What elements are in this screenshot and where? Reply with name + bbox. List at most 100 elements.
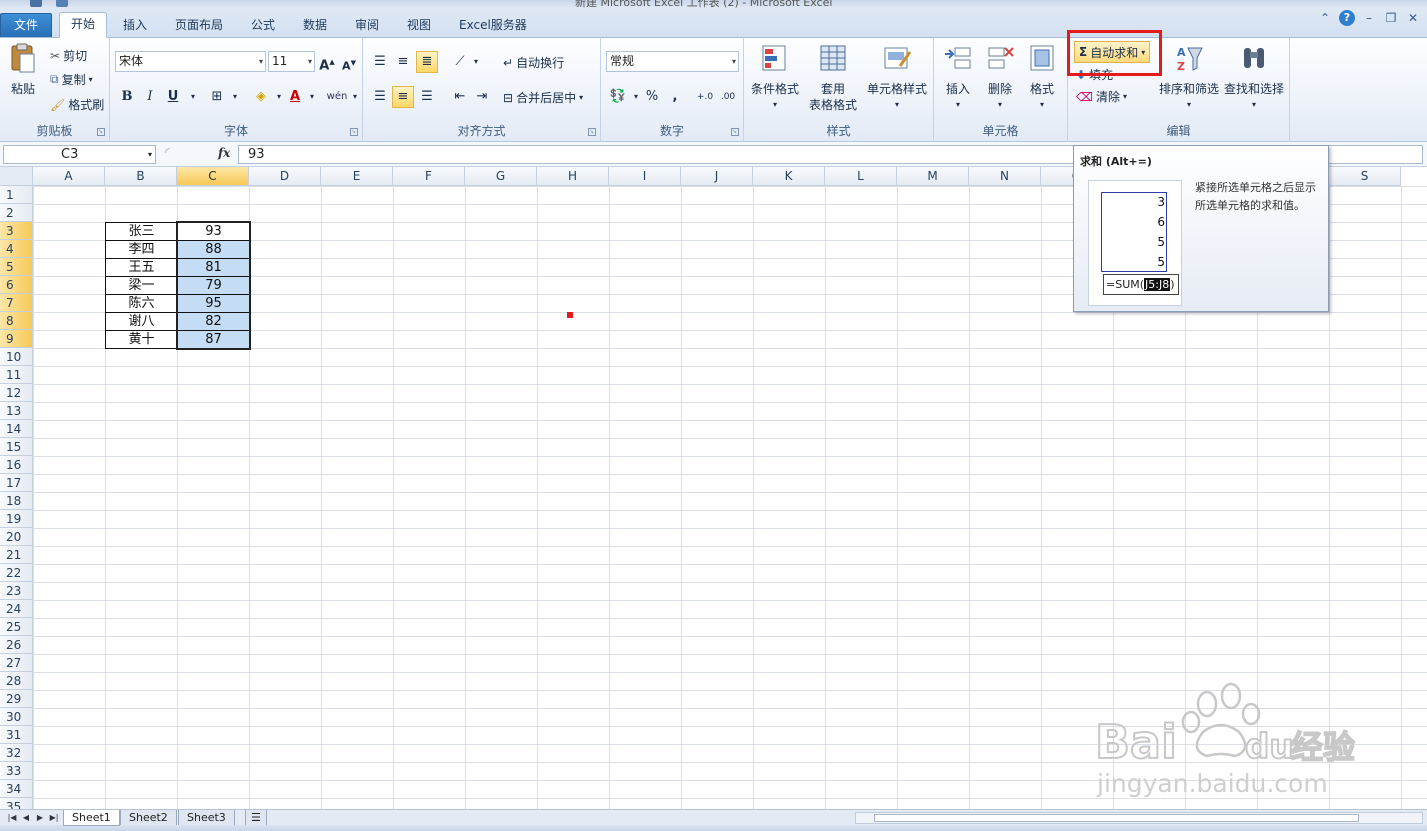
column-header[interactable]: G xyxy=(465,167,537,186)
number-launcher-icon[interactable]: ↘ xyxy=(731,128,739,136)
format-cells-button[interactable]: 格式 ▾ xyxy=(1022,42,1062,113)
select-all-corner[interactable] xyxy=(0,167,33,186)
row-header[interactable]: 24 xyxy=(0,600,33,618)
autosum-button[interactable]: Σ 自动求和 ▾ xyxy=(1074,41,1151,63)
column-header[interactable]: N xyxy=(969,167,1041,186)
name-cell[interactable]: 李四 xyxy=(105,240,178,259)
tab-0[interactable]: 文件 xyxy=(0,13,53,37)
align-right-icon[interactable]: ☰ xyxy=(416,86,438,108)
column-header[interactable]: D xyxy=(249,167,321,186)
decrease-indent-icon[interactable]: ⇤ xyxy=(449,86,471,108)
row-header[interactable]: 7 xyxy=(0,294,33,312)
row-header[interactable]: 35 xyxy=(0,798,33,809)
row-header[interactable]: 34 xyxy=(0,780,33,798)
name-cell[interactable]: 谢八 xyxy=(105,312,178,331)
first-sheet-icon[interactable]: |◀ xyxy=(6,811,18,824)
font-launcher-icon[interactable]: ↘ xyxy=(350,128,358,136)
decrease-decimal-icon[interactable]: .00 xyxy=(717,86,739,108)
row-header[interactable]: 8 xyxy=(0,312,33,330)
row-header[interactable]: 6 xyxy=(0,276,33,294)
format-painter-button[interactable]: 🖌 格式刷 xyxy=(50,96,104,113)
row-header[interactable]: 22 xyxy=(0,564,33,582)
bold-button[interactable]: B xyxy=(116,86,138,108)
column-header[interactable]: J xyxy=(681,167,753,186)
ribbon-collapse-icon[interactable]: ⌃ xyxy=(1317,10,1333,26)
borders-dropdown-icon[interactable]: ▾ xyxy=(224,86,246,108)
row-header[interactable]: 16 xyxy=(0,456,33,474)
orientation-dropdown-icon[interactable]: ▾ xyxy=(465,51,487,73)
score-cell[interactable]: 95 xyxy=(177,294,250,313)
next-sheet-icon[interactable]: ▶ xyxy=(34,811,46,824)
insert-function-icon[interactable]: fx xyxy=(218,146,230,160)
close-icon[interactable]: ✕ xyxy=(1405,10,1421,26)
underline-button[interactable]: U xyxy=(162,86,184,108)
row-header[interactable]: 26 xyxy=(0,636,33,654)
undo-icon[interactable] xyxy=(56,0,68,7)
column-header[interactable]: I xyxy=(609,167,681,186)
conditional-format-button[interactable]: 条件格式 ▾ xyxy=(748,42,802,113)
column-header[interactable]: M xyxy=(897,167,969,186)
name-cell[interactable]: 陈六 xyxy=(105,294,178,313)
font-name-combo[interactable]: 宋体 ▾ xyxy=(115,51,266,72)
score-cell[interactable]: 81 xyxy=(177,258,250,277)
row-header[interactable]: 27 xyxy=(0,654,33,672)
sheet-tab[interactable]: Sheet1 xyxy=(63,810,120,826)
name-cell[interactable]: 王五 xyxy=(105,258,178,277)
row-header[interactable]: 9 xyxy=(0,330,33,348)
align-top-icon[interactable]: ☰ xyxy=(369,51,391,73)
number-format-combo[interactable]: 常规 ▾ xyxy=(606,51,739,72)
underline-dropdown-icon[interactable]: ▾ xyxy=(182,86,204,108)
row-header[interactable]: 33 xyxy=(0,762,33,780)
row-header[interactable]: 10 xyxy=(0,348,33,366)
score-cell[interactable]: 82 xyxy=(177,312,250,331)
score-cell[interactable]: 93 xyxy=(177,222,250,241)
align-middle-icon[interactable]: ≡ xyxy=(392,51,414,73)
formula-bar-expander-icon[interactable]: ◜ xyxy=(165,145,170,159)
row-header[interactable]: 19 xyxy=(0,510,33,528)
percent-button[interactable]: % xyxy=(641,86,663,108)
row-header[interactable]: 29 xyxy=(0,690,33,708)
horizontal-scroll-thumb[interactable] xyxy=(874,814,1359,822)
clear-button[interactable]: ⌫ 清除 ▾ xyxy=(1076,88,1127,105)
row-header[interactable]: 18 xyxy=(0,492,33,510)
font-color-dropdown-icon[interactable]: ▾ xyxy=(301,86,323,108)
clipboard-launcher-icon[interactable]: ↘ xyxy=(97,128,105,136)
tab-2[interactable]: 插入 xyxy=(112,15,158,38)
align-center-icon[interactable]: ≡ xyxy=(392,86,414,108)
row-header[interactable]: 17 xyxy=(0,474,33,492)
cell-styles-button[interactable]: 单元格样式 ▾ xyxy=(864,42,930,113)
insert-sheet-icon[interactable]: ☰ xyxy=(245,810,267,826)
column-header[interactable]: A xyxy=(33,167,105,186)
row-header[interactable]: 4 xyxy=(0,240,33,258)
copy-button[interactable]: ⧉ 复制 ▾ xyxy=(50,71,93,88)
tab-1[interactable]: 开始 xyxy=(59,12,108,38)
name-cell[interactable]: 梁一 xyxy=(105,276,178,295)
tab-3[interactable]: 页面布局 xyxy=(164,15,234,38)
tab-4[interactable]: 公式 xyxy=(240,15,286,38)
row-header[interactable]: 23 xyxy=(0,582,33,600)
tab-7[interactable]: 视图 xyxy=(396,15,442,38)
tab-6[interactable]: 审阅 xyxy=(344,15,390,38)
sheet-tab[interactable]: Sheet3 xyxy=(178,810,235,826)
column-header[interactable]: B xyxy=(105,167,177,186)
sort-filter-button[interactable]: A Z 排序和筛选 ▾ xyxy=(1158,42,1220,113)
column-header[interactable]: L xyxy=(825,167,897,186)
wrap-text-button[interactable]: ↵ 自动换行 xyxy=(503,54,564,71)
sheet-tab[interactable]: Sheet2 xyxy=(120,810,177,826)
align-bottom-icon[interactable]: ≣ xyxy=(416,51,438,73)
last-sheet-icon[interactable]: ▶| xyxy=(48,811,60,824)
column-header[interactable]: K xyxy=(753,167,825,186)
row-header[interactable]: 3 xyxy=(0,222,33,240)
merge-center-button[interactable]: ⊟ 合并后居中 ▾ xyxy=(503,89,583,106)
row-header[interactable]: 20 xyxy=(0,528,33,546)
row-header[interactable]: 12 xyxy=(0,384,33,402)
prev-sheet-icon[interactable]: ◀ xyxy=(20,811,32,824)
row-header[interactable]: 31 xyxy=(0,726,33,744)
italic-button[interactable]: I xyxy=(139,86,161,108)
restore-icon[interactable]: ❐ xyxy=(1383,10,1399,26)
column-header[interactable]: F xyxy=(393,167,465,186)
row-header[interactable]: 30 xyxy=(0,708,33,726)
name-cell[interactable]: 张三 xyxy=(105,222,178,241)
row-header[interactable]: 21 xyxy=(0,546,33,564)
row-header[interactable]: 32 xyxy=(0,744,33,762)
